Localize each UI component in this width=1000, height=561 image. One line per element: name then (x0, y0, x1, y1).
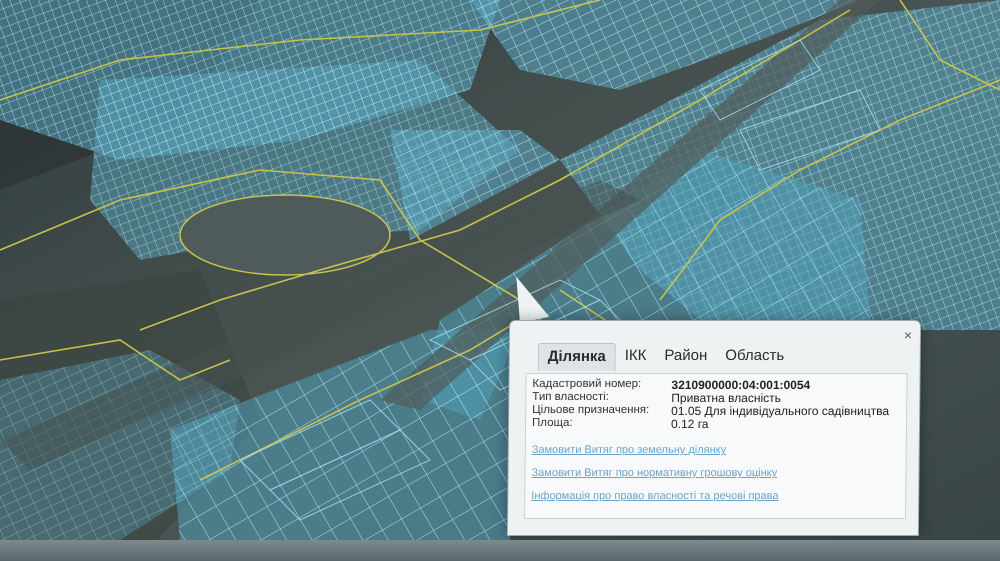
purpose-value: 01.05 Для індивідуального садівництва (671, 404, 890, 418)
area-label: Площа: (531, 417, 573, 429)
cadastral-number-value: 3210900000:04:001:0054 (671, 378, 811, 392)
close-icon[interactable]: × (904, 327, 912, 343)
tab-ikk[interactable]: ІКК (616, 343, 656, 371)
lake (179, 194, 391, 276)
order-land-extract-link[interactable]: Замовити Витяг про земельну ділянку (532, 444, 726, 456)
popup-tabs: Ділянка ІКК Район Область (537, 343, 794, 371)
parcel-details: Кадастровий номер: 3210900000:04:001:005… (524, 373, 908, 519)
tab-district[interactable]: Район (655, 343, 716, 371)
ownership-type-label: Тип власності: (532, 391, 609, 403)
parcel-info-popup: × Ділянка ІКК Район Область Кадастровий … (506, 320, 922, 536)
screen-bottom-bar (0, 540, 1000, 561)
tab-region[interactable]: Область (716, 343, 793, 371)
order-valuation-extract-link[interactable]: Замовити Витяг про нормативну грошову оц… (531, 467, 777, 479)
ownership-type-value: Приватна власність (671, 391, 781, 405)
tab-parcel[interactable]: Ділянка (537, 343, 616, 371)
area-value: 0.12 га (670, 417, 709, 431)
purpose-label: Цільове призначення: (532, 404, 650, 416)
cadastral-number-label: Кадастровий номер: (532, 378, 642, 390)
ownership-info-link[interactable]: Інформація про право власності та речові… (531, 490, 778, 502)
